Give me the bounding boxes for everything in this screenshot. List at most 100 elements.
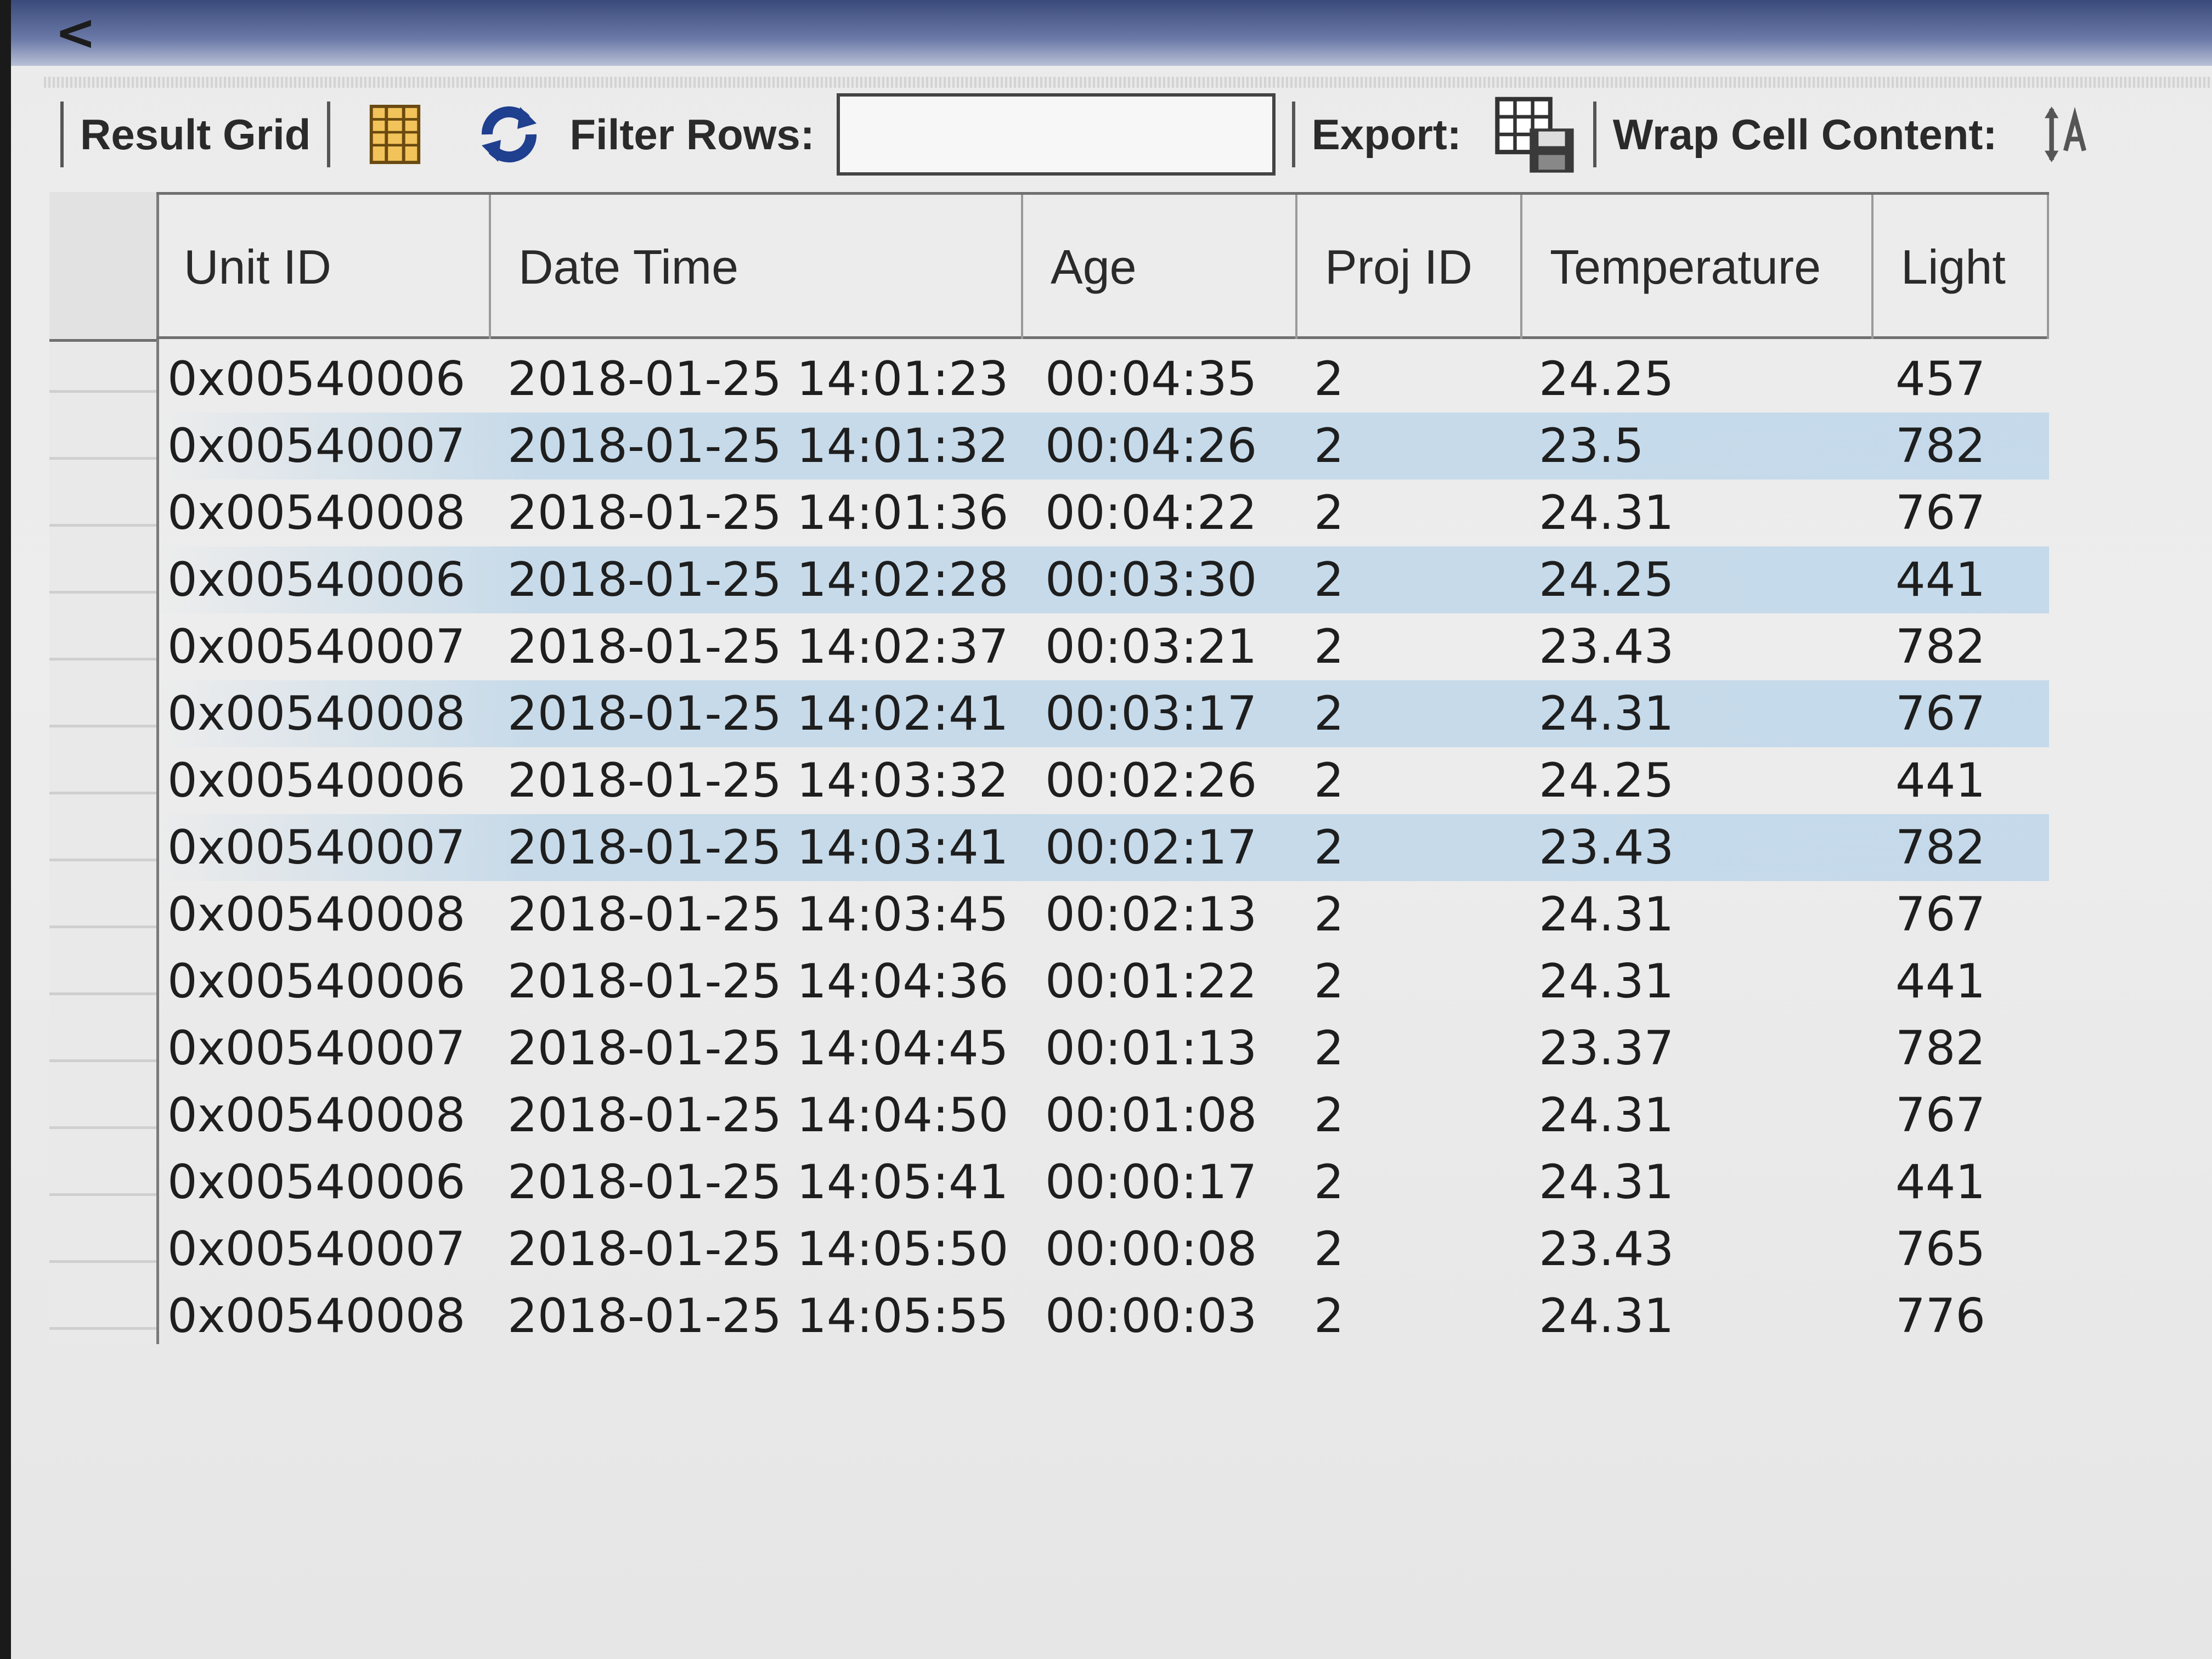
cell-age: 00:00:03 [1045, 1289, 1257, 1344]
toolbar-separator [60, 101, 64, 167]
cell-unit-id: 0x00540006 [167, 552, 466, 607]
cell-date-time: 2018-01-25 14:01:23 [507, 352, 1009, 407]
cell-temperature: 24.25 [1539, 352, 1674, 407]
cell-unit-id: 0x00540008 [167, 486, 466, 540]
table-row[interactable]: 0x00540008 2018-01-25 14:02:41 00:03:17 … [156, 680, 2049, 747]
cell-date-time: 2018-01-25 14:04:50 [507, 1088, 1009, 1143]
cell-age: 00:01:08 [1045, 1088, 1257, 1143]
column-header-temperature[interactable]: Temperature [1522, 195, 1874, 339]
cell-date-time: 2018-01-25 14:05:50 [507, 1222, 1009, 1277]
cell-light: 457 [1895, 352, 1986, 407]
table-row[interactable]: 0x00540007 2018-01-25 14:05:50 00:00:08 … [156, 1216, 2049, 1283]
table-row[interactable]: 0x00540007 2018-01-25 14:01:32 00:04:26 … [156, 413, 2049, 479]
cell-light: 782 [1895, 419, 1986, 473]
cell-light: 767 [1895, 686, 1986, 741]
refresh-icon[interactable] [476, 101, 542, 167]
cell-unit-id: 0x00540007 [167, 1222, 466, 1277]
cell-light: 441 [1895, 552, 1986, 607]
column-header-proj-id[interactable]: Proj ID [1297, 195, 1522, 339]
cell-temperature: 24.31 [1539, 686, 1674, 741]
cell-proj-id: 2 [1314, 619, 1344, 674]
table-row[interactable]: 0x00540008 2018-01-25 14:03:45 00:02:13 … [156, 881, 2049, 948]
cell-unit-id: 0x00540006 [167, 1155, 466, 1210]
cell-proj-id: 2 [1314, 887, 1344, 942]
table-row[interactable]: 0x00540006 2018-01-25 14:03:32 00:02:26 … [156, 747, 2049, 814]
cell-light: 441 [1895, 1155, 1986, 1210]
table-row[interactable]: 0x00540006 2018-01-25 14:05:41 00:00:17 … [156, 1149, 2049, 1216]
cell-unit-id: 0x00540006 [167, 954, 466, 1009]
grid-layout-icon[interactable] [369, 104, 421, 165]
toolbar-separator [1593, 101, 1596, 167]
table-row[interactable]: 0x00540006 2018-01-25 14:02:28 00:03:30 … [156, 546, 2049, 613]
cell-unit-id: 0x00540007 [167, 419, 466, 473]
cell-date-time: 2018-01-25 14:03:41 [507, 820, 1009, 875]
cell-unit-id: 0x00540008 [167, 1289, 466, 1344]
cell-temperature: 23.5 [1539, 419, 1644, 473]
cell-temperature: 24.31 [1539, 486, 1674, 540]
table-row[interactable]: 0x00540008 2018-01-25 14:04:50 00:01:08 … [156, 1082, 2049, 1149]
table-row[interactable]: 0x00540007 2018-01-25 14:04:45 00:01:13 … [156, 1015, 2049, 1082]
column-header-row: Unit ID Date Time Age Proj ID Temperatur… [156, 192, 2049, 339]
wrap-text-icon[interactable] [2041, 104, 2090, 165]
column-header-date-time[interactable]: Date Time [491, 195, 1023, 339]
table-row[interactable]: 0x00540007 2018-01-25 14:02:37 00:03:21 … [156, 613, 2049, 680]
cell-proj-id: 2 [1314, 352, 1344, 407]
result-grid: Unit ID Date Time Age Proj ID Temperatur… [49, 192, 2052, 1344]
column-header-age[interactable]: Age [1023, 195, 1297, 339]
cell-date-time: 2018-01-25 14:01:36 [507, 486, 1009, 540]
cell-date-time: 2018-01-25 14:05:41 [507, 1155, 1009, 1210]
export-icon[interactable] [1494, 93, 1577, 176]
result-toolbar: Result Grid Filter Rows: Export: Wrap Ce… [44, 88, 2212, 181]
table-row[interactable]: 0x00540008 2018-01-25 14:01:36 00:04:22 … [156, 479, 2049, 546]
table-row[interactable]: 0x00540006 2018-01-25 14:04:36 00:01:22 … [156, 948, 2049, 1015]
cell-date-time: 2018-01-25 14:04:36 [507, 954, 1009, 1009]
cell-unit-id: 0x00540006 [167, 753, 466, 808]
cell-unit-id: 0x00540007 [167, 619, 466, 674]
cell-date-time: 2018-01-25 14:02:37 [507, 619, 1009, 674]
cell-date-time: 2018-01-25 14:04:45 [507, 1021, 1009, 1076]
back-arrow-icon[interactable]: < [55, 5, 110, 60]
cell-date-time: 2018-01-25 14:02:28 [507, 552, 1009, 607]
cell-age: 00:00:17 [1045, 1155, 1257, 1210]
cell-proj-id: 2 [1314, 552, 1344, 607]
cell-temperature: 24.25 [1539, 552, 1674, 607]
cell-temperature: 23.43 [1539, 1222, 1674, 1277]
cell-light: 767 [1895, 1088, 1986, 1143]
cell-age: 00:01:13 [1045, 1021, 1257, 1076]
toolbar-separator [1291, 101, 1295, 167]
table-body: 0x00540006 2018-01-25 14:01:23 00:04:35 … [156, 346, 2049, 1350]
cell-light: 441 [1895, 753, 1986, 808]
export-label: Export: [1311, 110, 1462, 159]
filter-rows-label: Filter Rows: [569, 110, 815, 159]
cell-light: 767 [1895, 887, 1986, 942]
cell-age: 00:02:13 [1045, 887, 1257, 942]
table-row[interactable]: 0x00540007 2018-01-25 14:03:41 00:02:17 … [156, 814, 2049, 881]
cell-proj-id: 2 [1314, 486, 1344, 540]
cell-date-time: 2018-01-25 14:01:32 [507, 419, 1009, 473]
cell-light: 765 [1895, 1222, 1986, 1277]
cell-temperature: 24.31 [1539, 1289, 1674, 1344]
wrap-cell-content-label: Wrap Cell Content: [1612, 110, 1997, 159]
cell-age: 00:03:17 [1045, 686, 1257, 741]
cell-proj-id: 2 [1314, 1088, 1344, 1143]
cell-unit-id: 0x00540008 [167, 686, 466, 741]
cell-unit-id: 0x00540007 [167, 1021, 466, 1076]
cell-temperature: 24.31 [1539, 954, 1674, 1009]
filter-rows-input[interactable] [836, 93, 1276, 176]
cell-proj-id: 2 [1314, 1155, 1344, 1210]
cell-light: 782 [1895, 619, 1986, 674]
column-header-light[interactable]: Light [1874, 195, 2049, 339]
cell-light: 767 [1895, 486, 1986, 540]
table-row[interactable]: 0x00540008 2018-01-25 14:05:55 00:00:03 … [156, 1283, 2049, 1350]
cell-proj-id: 2 [1314, 1289, 1344, 1344]
table-row[interactable]: 0x00540006 2018-01-25 14:01:23 00:04:35 … [156, 346, 2049, 413]
cell-date-time: 2018-01-25 14:02:41 [507, 686, 1009, 741]
cell-date-time: 2018-01-25 14:05:55 [507, 1289, 1009, 1344]
cell-light: 441 [1895, 954, 1986, 1009]
cell-temperature: 24.31 [1539, 887, 1674, 942]
cell-unit-id: 0x00540008 [167, 1088, 466, 1143]
cell-age: 00:00:08 [1045, 1222, 1257, 1277]
cell-age: 00:04:35 [1045, 352, 1257, 407]
cell-proj-id: 2 [1314, 686, 1344, 741]
column-header-unit-id[interactable]: Unit ID [156, 195, 491, 339]
